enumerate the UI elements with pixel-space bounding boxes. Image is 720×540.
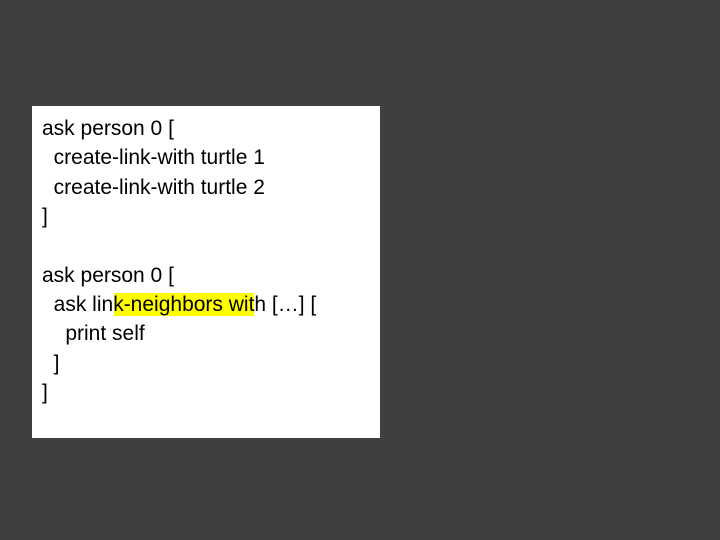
code-line: ask link-neighbors with […] [: [42, 290, 370, 319]
code-line: print self: [42, 319, 370, 348]
code-line: ask person 0 [: [42, 114, 370, 143]
code-line: create-link-with turtle 2: [42, 173, 370, 202]
code-block: ask person 0 [ create-link-with turtle 1…: [32, 106, 380, 438]
code-content: ask person 0 [ create-link-with turtle 1…: [42, 114, 370, 408]
code-line: ask person 0 [: [42, 261, 370, 290]
slide: ask person 0 [ create-link-with turtle 1…: [0, 0, 720, 540]
code-line: ]: [42, 349, 370, 378]
code-line: create-link-with turtle 1: [42, 143, 370, 172]
code-line: ]: [42, 378, 370, 407]
code-line-blank: [42, 232, 370, 261]
code-line: ]: [42, 202, 370, 231]
